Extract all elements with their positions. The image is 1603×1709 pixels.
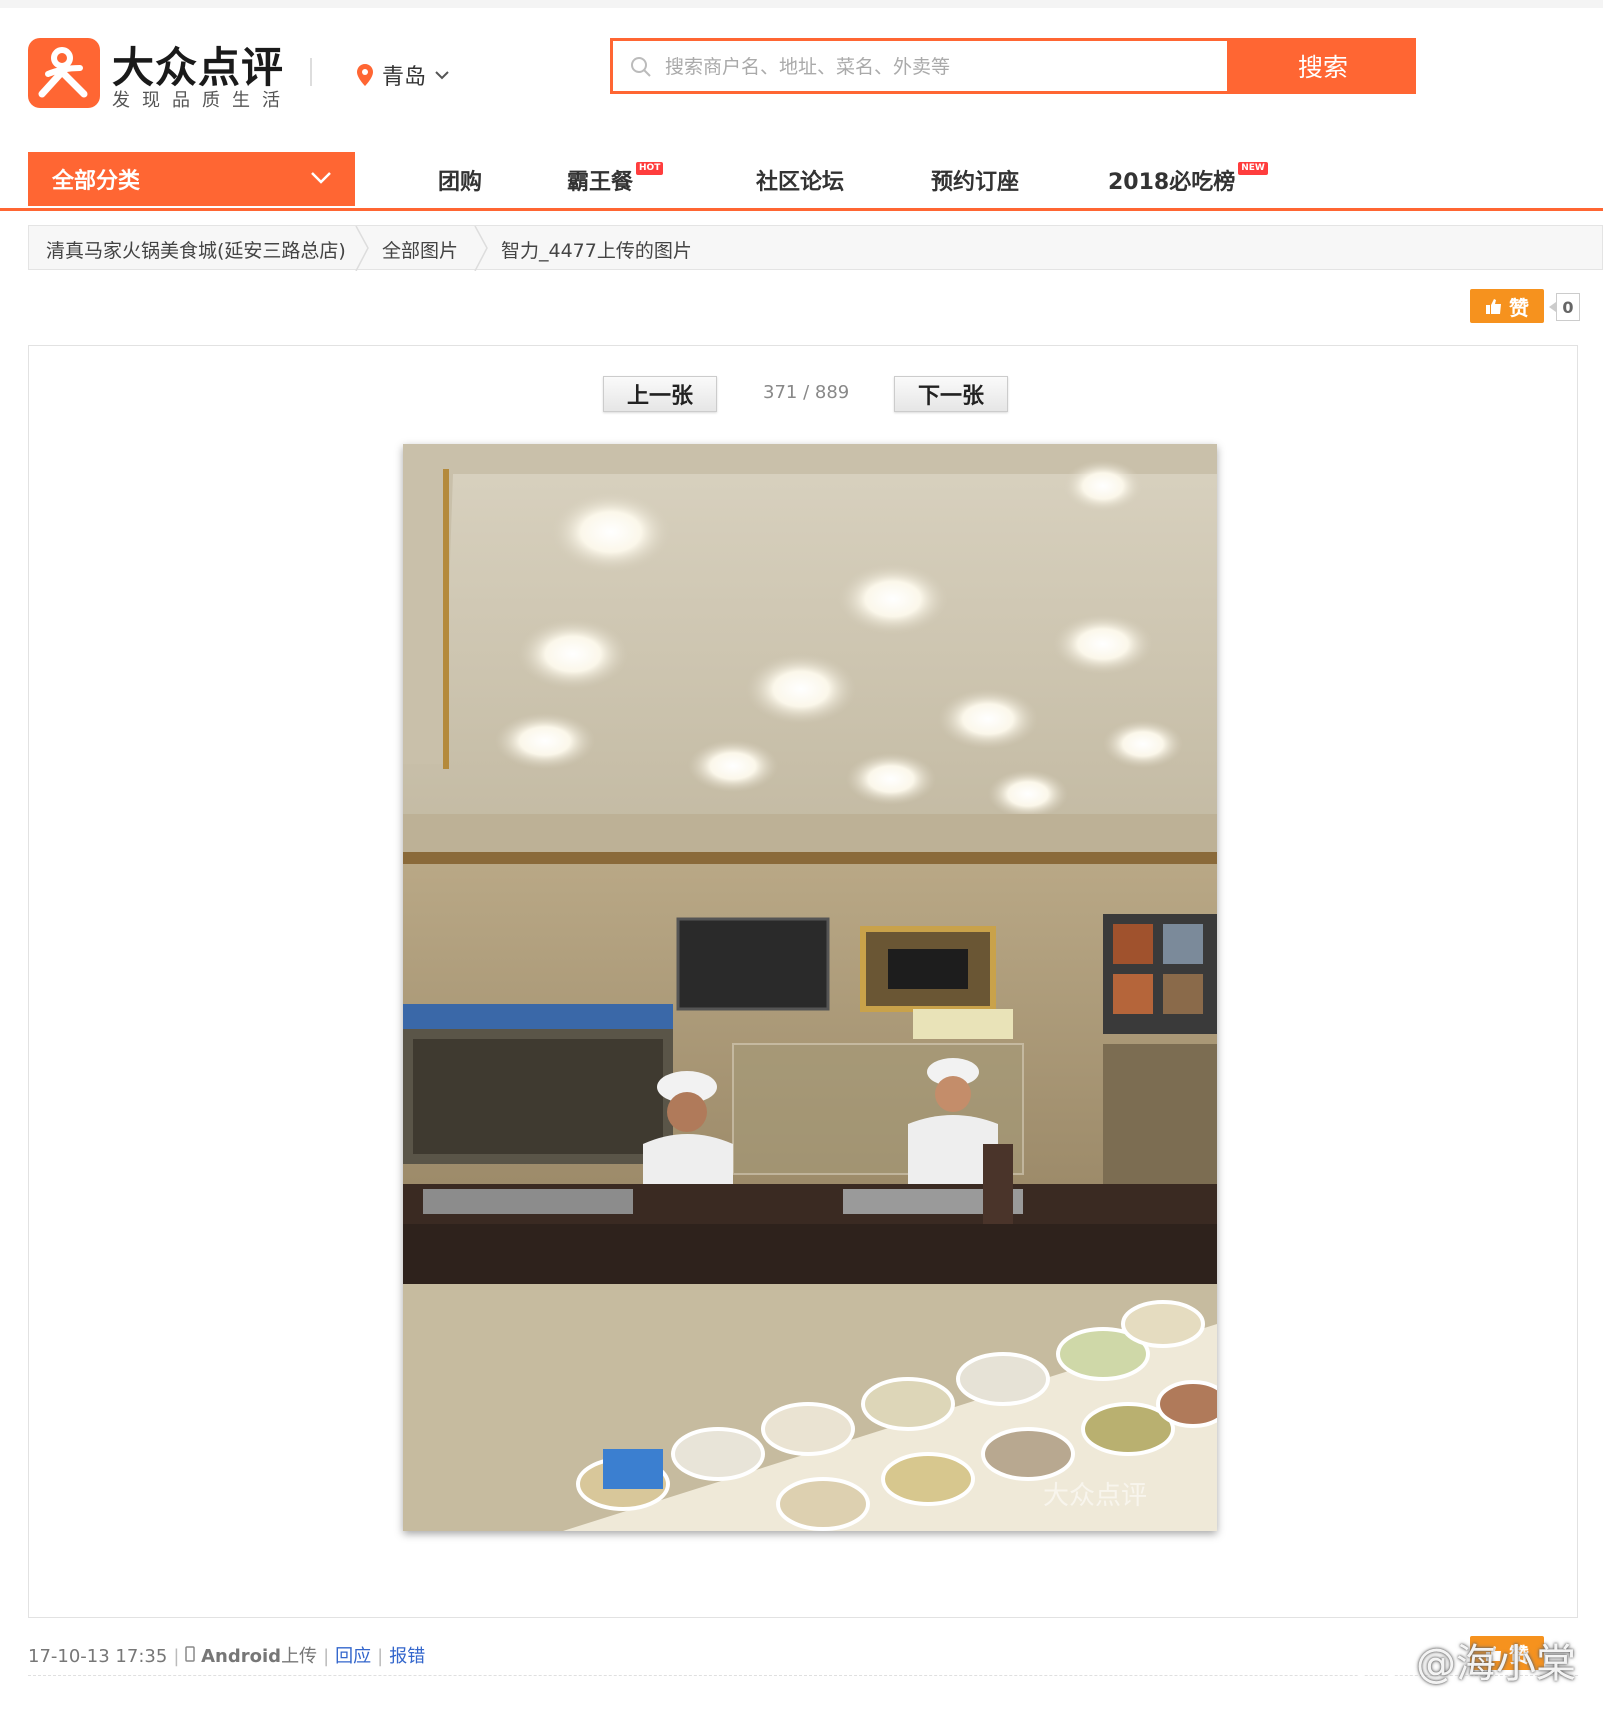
- top-strip: [0, 0, 1603, 8]
- like-button[interactable]: 赞: [1470, 289, 1544, 323]
- upload-suffix: 上传: [281, 1646, 318, 1667]
- brand-slogan: 发现品质生活: [112, 90, 292, 111]
- new-badge: NEW: [1238, 162, 1268, 175]
- dianping-logo-icon[interactable]: [28, 38, 100, 108]
- all-categories-button[interactable]: 全部分类: [28, 152, 355, 206]
- like-label: 赞: [1509, 295, 1529, 320]
- all-categories-label: 全部分类: [52, 169, 141, 194]
- hot-badge: HOT: [636, 162, 664, 175]
- restaurant-photo-image: 大众点评: [403, 444, 1217, 1531]
- search-button[interactable]: 搜索: [1230, 38, 1416, 94]
- breadcrumb-separator-icon: [355, 226, 369, 271]
- nav-item-label: 2018必吃榜: [1108, 170, 1236, 195]
- like-count: 0: [1549, 293, 1580, 321]
- breadcrumb: 清真马家火锅美食城(延安三路总店) 全部图片 智力_4477上传的图片: [28, 225, 1603, 271]
- city-name: 青岛: [382, 65, 427, 90]
- breadcrumb-all-photos[interactable]: 全部图片: [382, 236, 458, 263]
- search-input[interactable]: [663, 51, 1207, 83]
- nav-item-label: 社区论坛: [756, 170, 845, 195]
- photo-watermark-text: 大众点评: [1043, 1481, 1147, 1511]
- weibo-logo-icon: [1352, 1643, 1404, 1682]
- phone-icon: [185, 1646, 196, 1662]
- weibo-watermark: @海小棠: [1352, 1630, 1576, 1690]
- nav-item-label: 霸王餐: [567, 170, 634, 195]
- photo-counter: 371 / 889: [763, 382, 850, 403]
- upload-date: 17-10-13 17:35: [28, 1646, 168, 1667]
- restaurant-photo[interactable]: 大众点评: [403, 444, 1217, 1531]
- breadcrumb-separator-icon: [474, 226, 488, 271]
- report-link[interactable]: 报错: [389, 1646, 425, 1667]
- chevron-down-icon: [435, 71, 449, 80]
- search-bar: 搜索: [610, 38, 1416, 94]
- search-box: [610, 38, 1230, 94]
- divider: [28, 1675, 1578, 1677]
- watermark-text: @海小棠: [1416, 1641, 1576, 1687]
- photo-panel: 上一张 371 / 889 下一张 大众点评: [28, 345, 1578, 1618]
- prev-photo-button[interactable]: 上一张: [603, 376, 717, 412]
- nav-item-label: 团购: [438, 170, 483, 195]
- thumbs-up-icon: [1486, 299, 1501, 314]
- photo-meta: 17-10-13 17:35 | Android上传 | 回应 | 报错: [28, 1646, 426, 1667]
- nav-item-forum[interactable]: 社区论坛: [756, 164, 844, 196]
- search-icon: [631, 57, 651, 77]
- location-pin-icon: [357, 64, 373, 86]
- nav-item-reservation[interactable]: 预约订座: [931, 164, 1019, 196]
- nav-item-must-eat[interactable]: 2018必吃榜NEW: [1108, 162, 1268, 196]
- upload-platform: Android: [201, 1646, 282, 1667]
- next-photo-button[interactable]: 下一张: [894, 376, 1008, 412]
- nav-item-free-meal[interactable]: 霸王餐HOT: [567, 162, 664, 196]
- header-divider: [310, 58, 312, 86]
- nav-item-groupbuy[interactable]: 团购: [438, 164, 482, 196]
- chevron-down-icon: [311, 172, 331, 184]
- reply-link[interactable]: 回应: [335, 1646, 371, 1667]
- main-nav: 全部分类 团购 霸王餐HOT 社区论坛 预约订座 2018必吃榜NEW: [0, 150, 1603, 211]
- city-selector[interactable]: 青岛: [356, 60, 450, 90]
- breadcrumb-shop[interactable]: 清真马家火锅美食城(延安三路总店): [46, 236, 346, 263]
- nav-item-label: 预约订座: [931, 170, 1020, 195]
- breadcrumb-current: 智力_4477上传的图片: [501, 240, 692, 262]
